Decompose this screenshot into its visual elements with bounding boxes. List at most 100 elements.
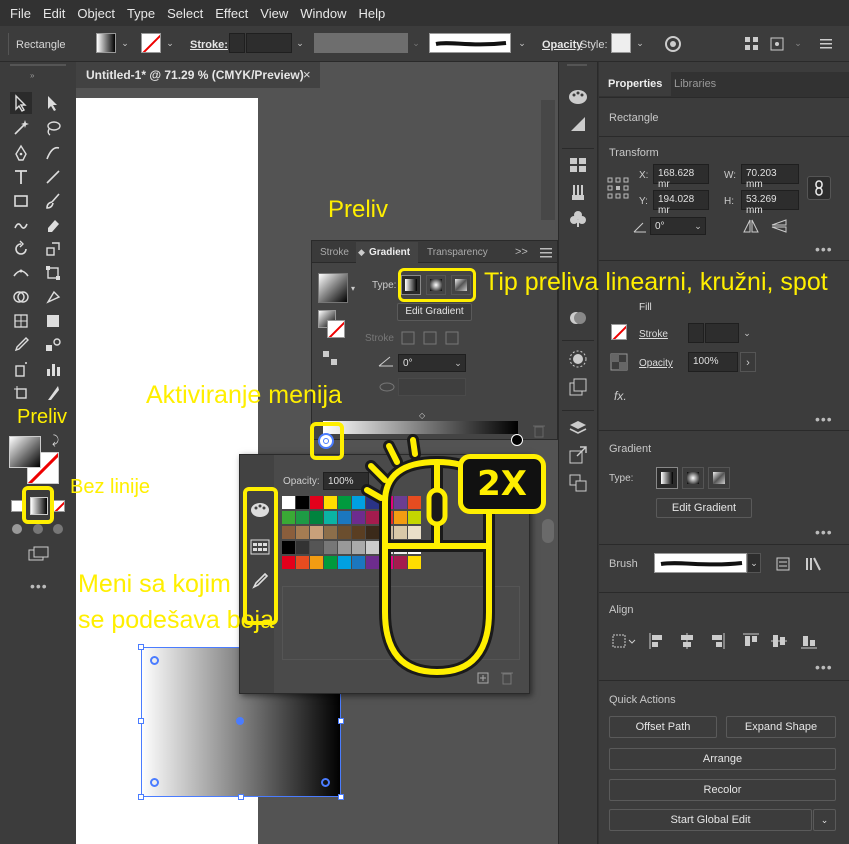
- graphic-styles-icon[interactable]: [569, 378, 587, 396]
- resize-handle[interactable]: [138, 718, 144, 724]
- chevron-down-icon[interactable]: ⌄: [452, 357, 464, 369]
- color-guide-icon[interactable]: [569, 115, 587, 133]
- resize-handle[interactable]: [338, 794, 344, 800]
- color-swatch[interactable]: [282, 496, 295, 509]
- tab-gradient[interactable]: Gradient: [369, 247, 410, 258]
- color-swatch[interactable]: [296, 541, 309, 554]
- color-palette-icon[interactable]: [250, 501, 270, 519]
- color-palette-icon[interactable]: [568, 88, 588, 106]
- eyedropper-tool[interactable]: [10, 334, 32, 356]
- pen-tool[interactable]: [10, 142, 32, 164]
- constrain-proportions-button[interactable]: [807, 176, 831, 200]
- color-swatch[interactable]: [282, 556, 295, 569]
- color-swatch[interactable]: [338, 556, 351, 569]
- color-swatch[interactable]: [324, 511, 337, 524]
- panel-menu-icon[interactable]: [540, 248, 552, 258]
- gradient-preview-swatch[interactable]: [318, 273, 348, 303]
- color-swatch[interactable]: [324, 541, 337, 554]
- none-mode-button[interactable]: [53, 500, 65, 512]
- document-tab[interactable]: Untitled-1* @ 71.29 % (CMYK/Preview): [76, 62, 320, 88]
- menu-list-icon[interactable]: [820, 38, 832, 50]
- draw-mode-icon[interactable]: [10, 522, 66, 536]
- collapse-icon[interactable]: »: [30, 71, 34, 80]
- tab-libraries[interactable]: Libraries: [665, 72, 725, 96]
- swap-arrow-icon[interactable]: ⤸: [52, 433, 59, 448]
- transparency-icon[interactable]: [569, 309, 587, 327]
- brushes-icon[interactable]: [570, 183, 586, 201]
- align-to-selection-icon[interactable]: [612, 632, 638, 650]
- edit-gradient-button[interactable]: Edit Gradient: [656, 498, 752, 518]
- tab-properties[interactable]: Properties: [599, 72, 672, 96]
- color-swatch[interactable]: [282, 541, 295, 554]
- variable-width-profile[interactable]: [314, 33, 408, 53]
- menu-view[interactable]: View: [260, 6, 288, 21]
- recolor-wheel-icon[interactable]: [664, 35, 682, 53]
- swatches-grid-icon[interactable]: [569, 157, 587, 173]
- resize-handle[interactable]: [338, 718, 344, 724]
- brush-picker[interactable]: [654, 553, 747, 573]
- gradient-stroke-proxy[interactable]: [327, 320, 345, 338]
- align-horizontal-center-icon[interactable]: [678, 632, 696, 650]
- color-swatch[interactable]: [296, 556, 309, 569]
- stroke-none-swatch[interactable]: [141, 33, 161, 53]
- rotate-tool[interactable]: [10, 238, 32, 260]
- start-global-edit-button[interactable]: Start Global Edit: [609, 809, 812, 831]
- stroke-gradient-options[interactable]: [400, 330, 468, 346]
- corner-widget[interactable]: [321, 778, 330, 787]
- color-swatch[interactable]: [338, 526, 351, 539]
- color-swatch[interactable]: [296, 511, 309, 524]
- chevron-down-icon[interactable]: ⌄: [634, 37, 646, 49]
- x-input[interactable]: 168.628 mr: [653, 164, 709, 190]
- stroke-stepper[interactable]: [688, 323, 704, 343]
- shape-builder-tool[interactable]: [10, 286, 32, 308]
- chevron-down-icon[interactable]: ⌄: [164, 37, 176, 49]
- symbols-club-icon[interactable]: [569, 210, 587, 228]
- chevron-down-icon[interactable]: ⌄: [747, 553, 761, 573]
- color-swatch[interactable]: [310, 511, 323, 524]
- width-tool[interactable]: [10, 262, 32, 284]
- graphic-style-swatch[interactable]: [611, 33, 631, 53]
- stroke-stepper[interactable]: [229, 33, 245, 53]
- menu-object[interactable]: Object: [77, 6, 115, 21]
- selection-tool[interactable]: [10, 92, 32, 114]
- fill-proxy-front[interactable]: [9, 436, 41, 468]
- w-input[interactable]: 70.203 mm: [741, 164, 799, 190]
- color-swatch[interactable]: [338, 511, 351, 524]
- recolor-button[interactable]: Recolor: [609, 779, 836, 801]
- artboards-icon[interactable]: [569, 474, 587, 492]
- paintbrush-tool[interactable]: [42, 190, 64, 212]
- curvature-tool[interactable]: [42, 142, 64, 164]
- color-swatch[interactable]: [324, 556, 337, 569]
- color-swatch[interactable]: [296, 526, 309, 539]
- color-swatch[interactable]: [296, 496, 309, 509]
- more-options-icon[interactable]: •••: [815, 411, 833, 427]
- menu-select[interactable]: Select: [167, 6, 203, 21]
- artboard-tool[interactable]: [10, 382, 32, 404]
- rectangle-tool[interactable]: [10, 190, 32, 212]
- align-vertical-center-icon[interactable]: [770, 632, 788, 650]
- color-swatch[interactable]: [282, 511, 295, 524]
- scale-tool[interactable]: [42, 238, 64, 260]
- opacity-input[interactable]: 100%: [688, 352, 738, 372]
- transform-icon[interactable]: [770, 37, 784, 51]
- align-top-icon[interactable]: [742, 632, 760, 650]
- chevron-down-icon[interactable]: ⌄: [792, 37, 804, 49]
- color-swatch[interactable]: [324, 496, 337, 509]
- panel-collapse-icon[interactable]: >>: [515, 246, 528, 258]
- corner-widget[interactable]: [150, 778, 159, 787]
- menu-edit[interactable]: Edit: [43, 6, 65, 21]
- tab-transparency[interactable]: Transparency: [427, 247, 488, 258]
- more-options-icon[interactable]: •••: [815, 241, 833, 257]
- graph-tool[interactable]: [42, 358, 64, 380]
- freeform-gradient-button-prop[interactable]: [708, 467, 730, 489]
- radial-gradient-button-prop[interactable]: [682, 467, 704, 489]
- arrange-button[interactable]: Arrange: [609, 748, 836, 770]
- resize-handle[interactable]: [138, 644, 144, 650]
- reverse-gradient-icon[interactable]: [322, 350, 338, 366]
- magic-wand-tool[interactable]: [10, 117, 32, 139]
- chevron-down-icon[interactable]: ▾: [351, 284, 355, 293]
- edit-toolbar-more-icon[interactable]: •••: [30, 578, 48, 594]
- reference-point-icon[interactable]: [607, 177, 629, 199]
- y-input[interactable]: 194.028 mr: [653, 190, 709, 216]
- chevron-right-icon[interactable]: ›: [740, 352, 756, 372]
